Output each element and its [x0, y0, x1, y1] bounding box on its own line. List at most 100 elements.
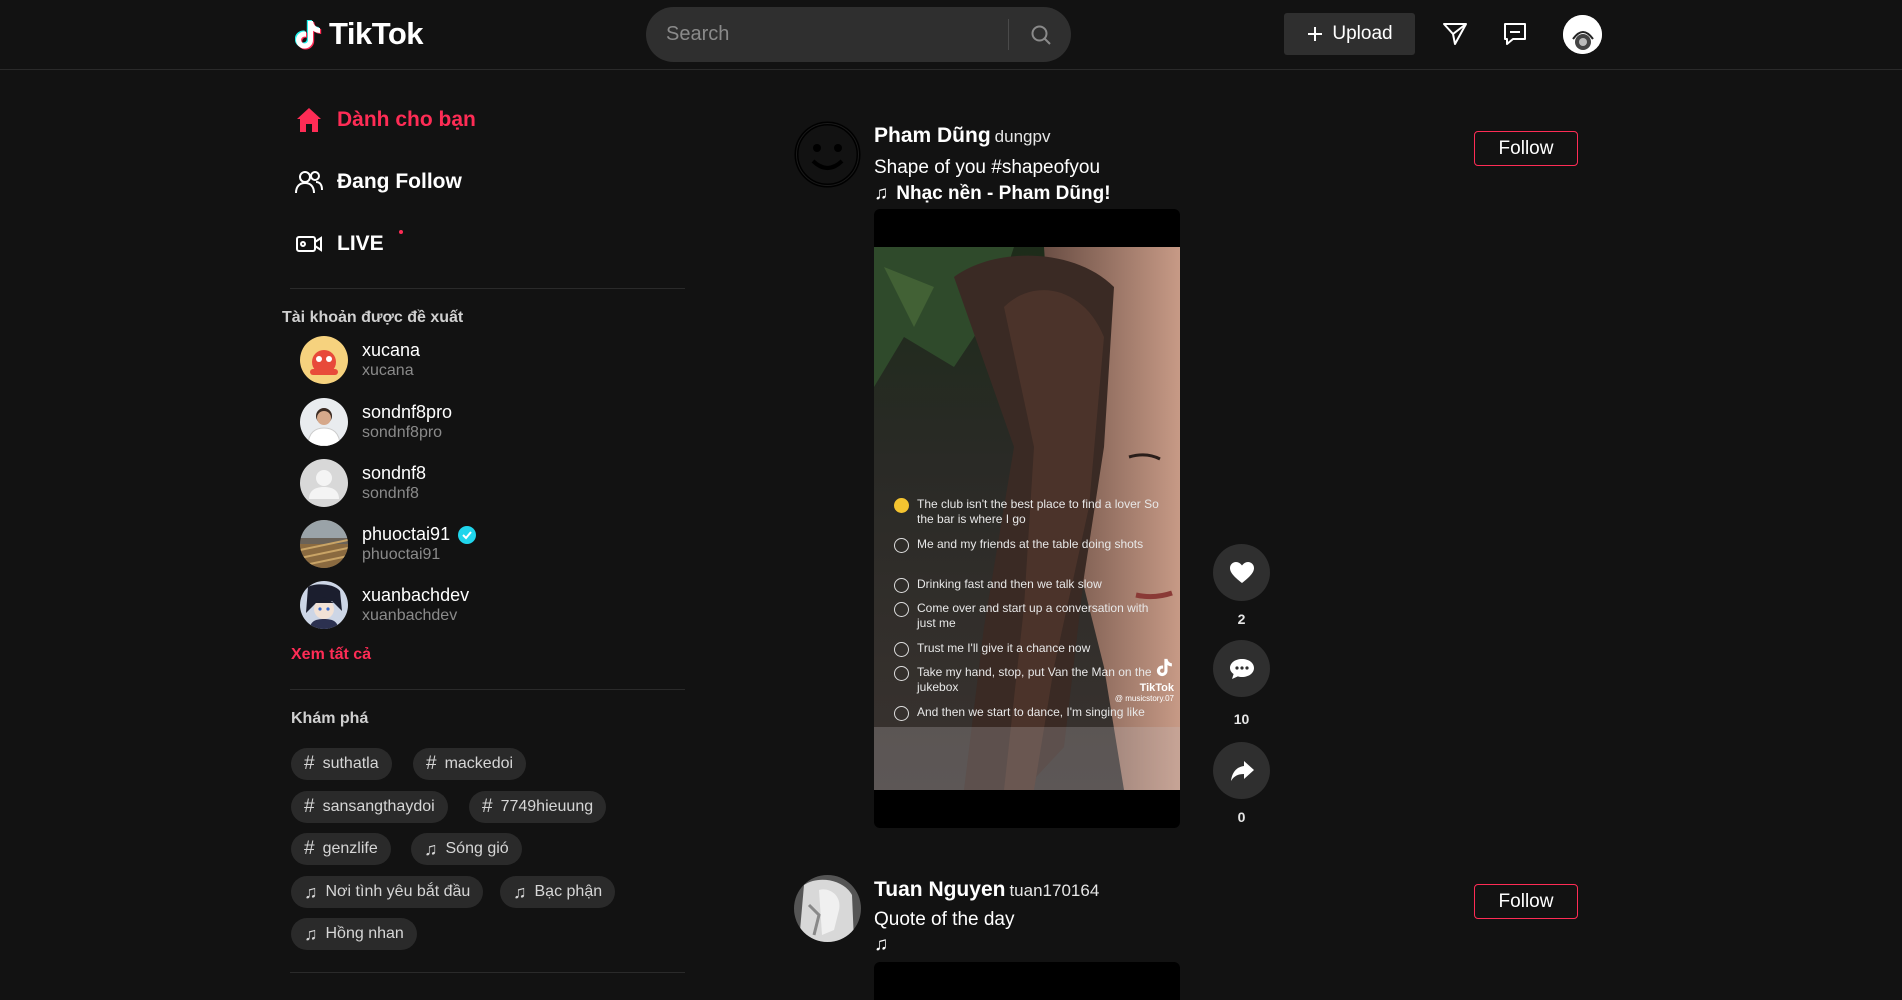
- circle-icon: [894, 578, 909, 593]
- discover-tag[interactable]: ♫ Sóng gió: [411, 833, 522, 865]
- lyric-text: Trust me I'll give it a chance now: [917, 641, 1091, 655]
- circle-icon: [894, 666, 909, 681]
- comment-button[interactable]: [1213, 640, 1270, 697]
- post-author-avatar[interactable]: [794, 875, 861, 942]
- profile-avatar[interactable]: [1563, 15, 1602, 54]
- circle-icon: [894, 602, 909, 617]
- discover-tag[interactable]: # 7749hieuung: [469, 791, 607, 823]
- tag-label: Nơi tình yêu bắt đầu: [325, 883, 471, 900]
- tiktok-watermark: TikTok @ musicstory.07: [1112, 657, 1174, 704]
- discover-tag[interactable]: # genzlife: [291, 833, 391, 865]
- post-music[interactable]: ♫ Nhạc nền - Pham Dũng!: [874, 183, 1111, 205]
- discover-tag[interactable]: ♫ Hồng nhan: [291, 918, 417, 950]
- share-icon: [1230, 760, 1254, 781]
- suggested-account-item[interactable]: phuoctai91 phuoctai91: [300, 520, 477, 568]
- nav-following[interactable]: Đang Follow: [295, 168, 462, 196]
- heart-icon: [1229, 561, 1254, 583]
- account-handle: xucana: [362, 362, 414, 379]
- author-username: tuan170164: [1009, 881, 1100, 900]
- suggested-account-item[interactable]: xuanbachdev xuanbachdev: [300, 581, 469, 629]
- post-caption: Quote of the day: [874, 909, 1015, 930]
- search-bar: [646, 7, 1071, 62]
- hashtag-icon: #: [304, 838, 315, 859]
- suggested-account-item[interactable]: sondnf8pro sondnf8pro: [300, 398, 452, 446]
- suggested-account-item[interactable]: xucana xucana: [300, 336, 420, 384]
- music-note-icon: ♫: [304, 923, 318, 944]
- discover-title: Khám phá: [291, 710, 369, 727]
- smiley-avatar-image: [794, 121, 861, 188]
- search-divider: [1008, 19, 1009, 50]
- search-input[interactable]: [666, 7, 1026, 62]
- author-name: Pham Dũng: [874, 124, 991, 147]
- tag-label: suthatla: [322, 755, 379, 772]
- discover-tag[interactable]: # sansangthaydoi: [291, 791, 448, 823]
- inbox-send-button[interactable]: [1440, 19, 1470, 49]
- sidebar-divider: [290, 972, 685, 973]
- nav-for-you[interactable]: Dành cho bạn: [295, 106, 476, 134]
- avatar: [300, 336, 348, 384]
- tag-label: sansangthaydoi: [322, 798, 435, 815]
- follow-button[interactable]: Follow: [1474, 884, 1578, 919]
- nav-for-you-label: Dành cho bạn: [337, 108, 476, 131]
- upload-button[interactable]: Upload: [1284, 13, 1415, 55]
- lyric-line: Drinking fast and then we talk slow: [894, 577, 1164, 593]
- lyric-text: And then we start to dance, I'm singing …: [917, 705, 1145, 719]
- music-note-icon: ♫: [304, 881, 318, 902]
- see-all-link[interactable]: Xem tất cả: [291, 646, 371, 664]
- sidebar-divider: [290, 689, 685, 690]
- video-player[interactable]: The club isn't the best place to find a …: [874, 209, 1180, 828]
- suggested-accounts-title: Tài khoản được đề xuất: [282, 309, 464, 326]
- tag-label: Sóng gió: [445, 840, 509, 857]
- post-music[interactable]: ♫: [874, 934, 896, 956]
- messages-button[interactable]: [1500, 19, 1530, 49]
- top-navbar: TikTok Upload: [0, 0, 1902, 70]
- discover-tag[interactable]: # mackedoi: [413, 748, 527, 780]
- avatar: [300, 581, 348, 629]
- avatar: [300, 520, 348, 568]
- tag-label: 7749hieuung: [500, 798, 594, 815]
- discover-tag[interactable]: ♫ Nơi tình yêu bắt đầu: [291, 876, 484, 908]
- plus-icon: [1308, 27, 1323, 41]
- like-button[interactable]: [1213, 544, 1270, 601]
- search-button[interactable]: [1024, 18, 1058, 52]
- account-name: phuoctai91: [362, 524, 477, 545]
- tiktok-note-icon: [295, 20, 322, 50]
- account-handle: phuoctai91: [362, 546, 441, 563]
- message-icon: [1504, 23, 1526, 45]
- lyric-line: Trust me I'll give it a chance now: [894, 641, 1164, 657]
- discover-tag[interactable]: # suthatla: [291, 748, 392, 780]
- suggested-account-item[interactable]: sondnf8 sondnf8: [300, 459, 426, 507]
- live-camera-icon: [296, 236, 322, 252]
- lyric-text: Drinking fast and then we talk slow: [917, 577, 1102, 591]
- post-author[interactable]: Pham Dũng dungpv: [874, 124, 1050, 148]
- avatar-image: [1563, 15, 1602, 54]
- share-button[interactable]: [1213, 742, 1270, 799]
- music-note-icon: ♫: [513, 881, 527, 902]
- tiktok-logo[interactable]: TikTok: [295, 16, 424, 52]
- hashtag-icon: #: [304, 796, 315, 817]
- discover-tag[interactable]: ♫ Bạc phận: [500, 876, 616, 908]
- search-icon: [1031, 25, 1051, 45]
- lyric-text: Come over and start up a conversation wi…: [917, 601, 1149, 630]
- comment-count: 10: [1233, 711, 1250, 727]
- follow-button[interactable]: Follow: [1474, 131, 1578, 166]
- avatar: [300, 398, 348, 446]
- post-author[interactable]: Tuan Nguyen tuan170164: [874, 878, 1099, 902]
- post-author-avatar[interactable]: [794, 121, 861, 188]
- account-handle: sondnf8pro: [362, 424, 443, 441]
- watermark-text: TikTok: [1139, 682, 1174, 694]
- tag-label: genzlife: [322, 840, 378, 857]
- post-caption: Shape of you #shapeofyou: [874, 157, 1101, 178]
- avatar: [300, 459, 348, 507]
- account-name: xuanbachdev: [362, 585, 470, 605]
- verified-badge-icon: [458, 525, 477, 544]
- account-handle: xuanbachdev: [362, 607, 458, 624]
- video-player[interactable]: [874, 962, 1180, 1000]
- circle-icon: [894, 538, 909, 553]
- account-name-text: phuoctai91: [362, 524, 451, 544]
- account-name: xucana: [362, 340, 421, 360]
- tiktok-note-icon: [1156, 658, 1172, 677]
- nav-live[interactable]: LIVE: [295, 230, 384, 258]
- checked-circle-icon: [894, 498, 909, 513]
- share-count: 0: [1237, 809, 1246, 825]
